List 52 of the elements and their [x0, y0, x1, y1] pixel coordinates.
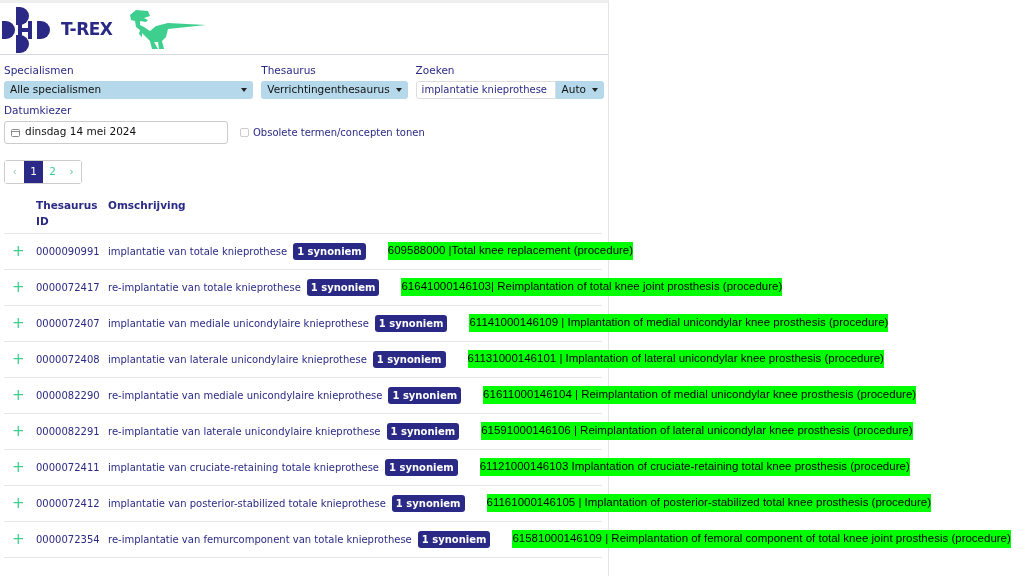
thesaurus-id: 0000072407 — [36, 316, 101, 331]
description: implantatie van mediale unicondylaire knieprothese — [108, 316, 369, 331]
description: implantatie van posterior-stabilized totale knieprothese — [108, 496, 386, 511]
thesaurus-id: 0000090991 — [36, 244, 101, 259]
thesaurus-id: 0000072412 — [36, 496, 101, 511]
field-label: Zoeken — [415, 63, 456, 78]
thesaurus-id: 0000072411 — [36, 460, 101, 475]
description: re-implantatie van femurcomponent van totale knieprothese — [108, 532, 412, 547]
thesaurus-id: 0000072354 — [36, 532, 101, 547]
synonym-badge[interactable]: 1 synoniem — [372, 350, 446, 368]
synonym-badge[interactable]: 1 synoniem — [374, 314, 448, 332]
synonym-badge[interactable]: 1 synoniem — [385, 458, 458, 476]
snomed-annotation: 609588000 |Total knee replacement (procedure) — [387, 242, 634, 260]
description: re-implantatie van totale knieprothese — [108, 280, 301, 295]
search-field[interactable]: implantatie knieprothese — [415, 80, 556, 99]
thesaurus-select[interactable]: Verrichtingenthesaurus — [261, 80, 408, 99]
snomed-annotation: 61581000146109 | Reimplantation of femoral component of total knee joint prosthesis (procedure) — [512, 530, 1011, 548]
app-title: T-REX — [61, 17, 113, 41]
mode-select[interactable]: Auto — [555, 80, 604, 99]
synonym-badge[interactable]: 1 synoniem — [386, 422, 460, 440]
description: implantatie van laterale unicondylaire knieprothese — [108, 352, 367, 367]
snomed-annotation: 61121000146103 Implantation of cruciate-retaining total knee prosthesis (procedure) — [479, 458, 910, 476]
field-label: Specialismen — [4, 63, 75, 78]
synonym-badge[interactable]: 1 synoniem — [417, 530, 491, 548]
thesaurus-id: 0000082291 — [36, 424, 101, 439]
field-label: Thesaurus — [261, 63, 317, 78]
column-header: Omschrijving — [108, 198, 186, 211]
specialism-select[interactable]: Alle specialismen — [4, 80, 254, 99]
column-header: Thesaurus ID — [36, 198, 98, 227]
thesaurus-id: 0000072408 — [36, 352, 101, 367]
synonym-badge[interactable]: 1 synoniem — [306, 278, 380, 296]
snomed-annotation: 61141000146109 | Implantation of medial unicondylar knee prosthesis (procedure) — [469, 314, 889, 332]
snomed-annotation: 61161000146105 | Implantation of posterior-stabilized total knee prosthesis (procedure) — [486, 494, 932, 512]
calendar-icon — [11, 127, 20, 137]
description: re-implantatie van laterale unicondylaire knieprothese — [108, 424, 381, 439]
thesaurus-id: 0000082290 — [36, 388, 101, 403]
description: implantatie van totale knieprothese — [108, 244, 288, 259]
description: re-implantatie van mediale unicondylaire knieprothese — [108, 388, 383, 403]
checkbox[interactable] — [240, 127, 249, 137]
description: implantatie van cruciate-retaining totale knieprothese — [108, 460, 380, 475]
snomed-annotation: 61641000146103| Reimplantation of total knee joint prosthesis (procedure) — [401, 278, 783, 296]
date-field[interactable]: dinsdag 14 mei 2024 — [4, 120, 228, 144]
snomed-annotation: 61611000146104 | Reimplantation of medial unicondylar knee prosthesis (procedure) — [483, 386, 917, 404]
field-label: Datumkiezer — [4, 102, 73, 118]
page-button[interactable]: 1 — [24, 160, 43, 183]
synonym-badge[interactable]: 1 synoniem — [293, 242, 366, 260]
thesaurus-id: 0000072417 — [36, 280, 101, 295]
snomed-annotation: 61131000146101 | Implantation of lateral unicondylar knee prosthesis (procedure) — [467, 350, 884, 368]
checkbox-label: Obsolete termen/concepten tonen — [253, 125, 425, 140]
synonym-badge[interactable]: 1 synoniem — [388, 386, 462, 404]
synonym-badge[interactable]: 1 synoniem — [391, 494, 465, 512]
snomed-annotation: 61591000146106 | Reimplantation of lateral unicondylar knee prosthesis (procedure) — [481, 422, 913, 440]
